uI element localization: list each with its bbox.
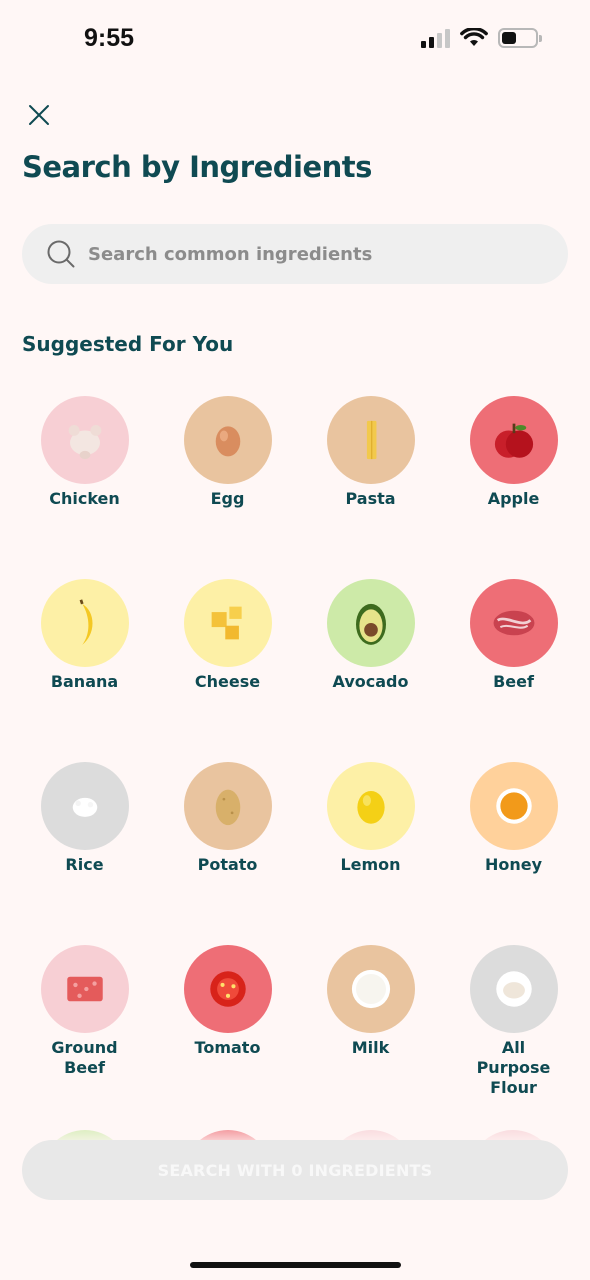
ingredient-label: Banana <box>50 672 119 691</box>
ingredient-label: Apple <box>487 489 540 508</box>
ingredient-item[interactable]: Banana <box>13 579 156 762</box>
ingredient-item[interactable]: Chicken <box>13 396 156 579</box>
ingredient-label: Tomato <box>194 1038 261 1057</box>
ingredient-label: Ground Beef <box>51 1038 118 1077</box>
ingredient-label: Rice <box>65 855 104 874</box>
screen: 9:55 Search by Ingredients Suggested For <box>0 0 590 1280</box>
ingredient-item[interactable]: Egg <box>156 396 299 579</box>
ingredient-item[interactable]: Rice <box>13 762 156 945</box>
ingredient-label: Chicken <box>49 489 120 508</box>
wifi-icon <box>460 28 488 46</box>
ingredient-label: All Purpose Flour <box>476 1038 551 1097</box>
battery-icon <box>498 28 542 48</box>
tomato-icon <box>183 945 272 1033</box>
pasta-icon <box>326 396 415 484</box>
chicken-icon <box>40 396 129 484</box>
potato-icon <box>183 762 272 850</box>
status-icons <box>421 28 542 48</box>
ingredient-item[interactable]: Apple <box>442 396 585 579</box>
apple-icon <box>469 396 558 484</box>
ingredient-label: Cheese <box>194 672 261 691</box>
page-title: Search by Ingredients <box>22 150 372 184</box>
ingredient-label: Avocado <box>332 672 409 691</box>
ingredient-item[interactable]: Honey <box>442 762 585 945</box>
rice-icon <box>40 762 129 850</box>
avocado-icon <box>326 579 415 667</box>
ingredient-item[interactable]: Avocado <box>299 579 442 762</box>
search-bar[interactable] <box>22 224 568 284</box>
ingredient-item[interactable]: Tomato <box>156 945 299 1128</box>
ingredient-label: Egg <box>210 489 245 508</box>
ingredient-label: Potato <box>197 855 258 874</box>
search-with-ingredients-button[interactable]: SEARCH WITH 0 INGREDIENTS <box>22 1140 568 1200</box>
ingredient-grid: Chicken Egg Pasta Apple Banana Cheese Avocado B… <box>13 396 585 1128</box>
lemon-icon <box>326 762 415 850</box>
search-icon <box>47 240 75 268</box>
close-icon[interactable] <box>24 100 54 130</box>
ingredient-item[interactable]: Cheese <box>156 579 299 762</box>
status-bar: 9:55 <box>0 0 590 80</box>
egg-icon <box>183 396 272 484</box>
flour-icon <box>469 945 558 1033</box>
ingredient-item[interactable]: Milk <box>299 945 442 1128</box>
ingredient-label: Pasta <box>345 489 396 508</box>
ingredient-item[interactable]: Ground Beef <box>13 945 156 1128</box>
ingredient-item[interactable]: Pasta <box>299 396 442 579</box>
banana-icon <box>40 579 129 667</box>
honey-icon <box>469 762 558 850</box>
milk-icon <box>326 945 415 1033</box>
search-input[interactable] <box>88 243 528 265</box>
cheese-icon <box>183 579 272 667</box>
ingredient-item[interactable]: Beef <box>442 579 585 762</box>
beef-icon <box>469 579 558 667</box>
ingredient-label: Lemon <box>340 855 401 874</box>
ground-beef-icon <box>40 945 129 1033</box>
section-title: Suggested For You <box>22 332 234 356</box>
ingredient-label: Milk <box>351 1038 390 1057</box>
ingredient-label: Beef <box>493 672 534 691</box>
ingredient-label: Honey <box>484 855 543 874</box>
ingredient-item[interactable]: All Purpose Flour <box>442 945 585 1128</box>
ingredient-item[interactable]: Potato <box>156 762 299 945</box>
status-time: 9:55 <box>84 24 135 52</box>
cellular-signal-icon <box>421 28 450 48</box>
home-indicator <box>190 1262 401 1268</box>
ingredient-item[interactable]: Lemon <box>299 762 442 945</box>
